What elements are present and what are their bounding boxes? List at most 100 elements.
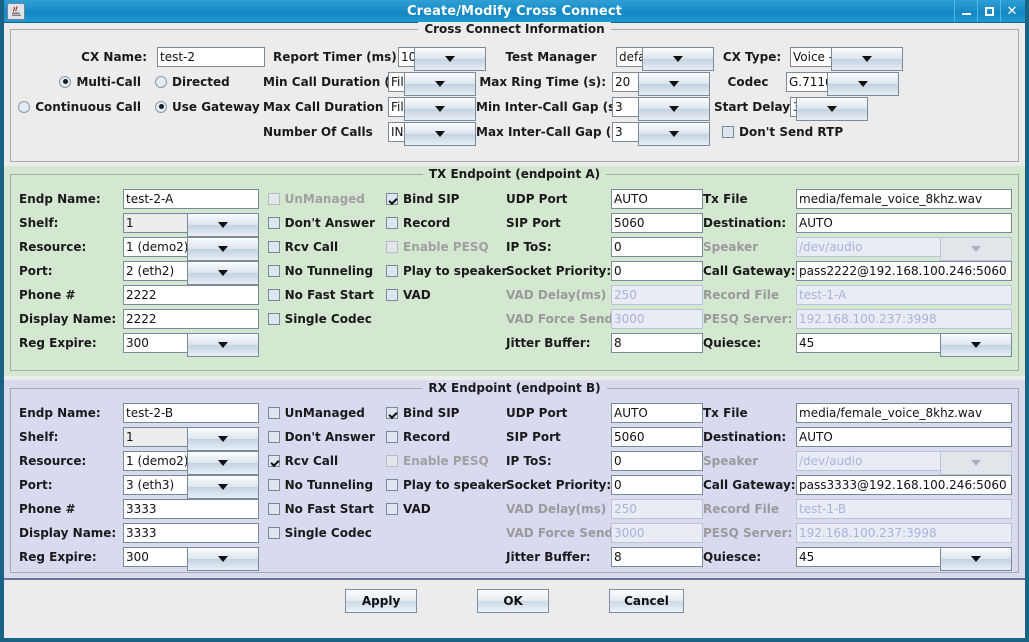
rx-no-fast-start-checkbox[interactable]: No Fast Start <box>267 500 374 518</box>
tx-resource-combo[interactable]: 1 (demo2) <box>123 237 259 261</box>
rx-no-tunneling-checkbox[interactable]: No Tunneling <box>267 476 373 494</box>
rx-call-gateway-input[interactable]: pass3333@192.168.100.246:5060 <box>796 475 1012 495</box>
rx-phone-input[interactable]: 3333 <box>123 499 259 519</box>
ok-button[interactable]: OK <box>477 589 550 613</box>
max-ring-time-combo[interactable]: 20 <box>612 71 710 96</box>
rx-enable-pesq-checkbox[interactable]: Enable PESQ <box>386 452 489 470</box>
rx-socket-priority-input[interactable]: 0 <box>611 475 703 495</box>
tx-udp-port-input[interactable]: AUTO <box>611 189 703 209</box>
close-button[interactable]: ✕ <box>1000 0 1023 22</box>
tx-phone-input[interactable]: 2222 <box>123 285 259 305</box>
tx-endp-name-input[interactable]: test-2-A <box>123 189 259 209</box>
chevron-down-icon[interactable] <box>187 261 259 285</box>
tx-port-combo[interactable]: 2 (eth2) <box>123 261 259 285</box>
rx-single-codec-checkbox[interactable]: Single Codec <box>267 524 372 542</box>
tx-play-to-speaker-checkbox[interactable]: Play to speaker <box>386 262 507 280</box>
chevron-down-icon[interactable] <box>404 71 476 96</box>
tx-ip-tos-input[interactable]: 0 <box>611 237 703 257</box>
chevron-down-icon[interactable] <box>642 46 714 71</box>
max-inter-call-gap-combo[interactable]: 3 <box>612 121 710 146</box>
rx-dont-answer-checkbox[interactable]: Don't Answer <box>267 428 375 446</box>
rx-display-name-input[interactable]: 3333 <box>123 523 259 543</box>
cx-name-input[interactable]: test-2 <box>157 46 265 67</box>
start-delay-combo[interactable]: 3 <box>790 96 868 121</box>
tx-call-gateway-input[interactable]: pass2222@192.168.100.246:5060 <box>796 261 1012 281</box>
radio-continuous-call[interactable]: Continuous Call <box>18 98 141 116</box>
chevron-down-icon[interactable] <box>187 213 259 237</box>
tx-no-fast-start-checkbox[interactable]: No Fast Start <box>267 286 374 304</box>
cancel-button[interactable]: Cancel <box>609 589 684 613</box>
min-inter-call-gap-label: Min Inter-Call Gap (s): <box>476 99 626 114</box>
codec-combo[interactable]: G.711u <box>786 71 899 96</box>
min-inter-call-gap-combo[interactable]: 3 <box>612 96 710 121</box>
rx-sip-port-input[interactable]: 5060 <box>611 427 703 447</box>
apply-button[interactable]: Apply <box>345 589 418 613</box>
chevron-down-icon[interactable] <box>187 237 259 261</box>
tx-vad-checkbox[interactable]: VAD <box>386 286 431 304</box>
chevron-down-icon[interactable] <box>187 475 259 499</box>
rx-udp-port-input[interactable]: AUTO <box>611 403 703 423</box>
rx-rcv-call-checkbox[interactable]: Rcv Call <box>267 452 338 470</box>
radio-use-gateway[interactable]: Use Gateway <box>155 98 260 116</box>
rx-unmanaged-checkbox[interactable]: UnManaged <box>267 404 365 422</box>
tx-bind-sip-checkbox[interactable]: Bind SIP <box>386 190 459 208</box>
dont-send-rtp-checkbox[interactable]: Don't Send RTP <box>722 123 843 141</box>
tx-shelf-combo[interactable]: 1 <box>123 213 259 237</box>
tx-record-checkbox[interactable]: Record <box>386 214 450 232</box>
chevron-down-icon[interactable] <box>940 547 1012 571</box>
max-call-duration-combo[interactable]: File <box>388 96 476 121</box>
tx-file-input[interactable]: media/female_voice_8khz.wav <box>796 189 1012 209</box>
tx-quiesce-combo[interactable]: 45 <box>796 333 1012 357</box>
chevron-down-icon[interactable] <box>638 71 710 96</box>
radio-directed[interactable]: Directed <box>155 73 230 91</box>
rx-tx-file-input[interactable]: media/female_voice_8khz.wav <box>796 403 1012 423</box>
rx-quiesce-combo[interactable]: 45 <box>796 547 1012 571</box>
rx-jitter-buffer-input[interactable]: 8 <box>611 547 703 567</box>
rx-endp-name-input[interactable]: test-2-B <box>123 403 259 423</box>
tx-sip-port-input[interactable]: 5060 <box>611 213 703 233</box>
tx-dont-answer-checkbox[interactable]: Don't Answer <box>267 214 375 232</box>
cx-type-combo[interactable]: Voice - SIP <box>790 46 903 71</box>
rx-shelf-combo[interactable]: 1 <box>123 427 259 451</box>
rx-record-checkbox[interactable]: Record <box>386 428 450 446</box>
tx-jitter-buffer-input[interactable]: 8 <box>611 333 703 353</box>
rx-destination-input[interactable]: AUTO <box>796 427 1012 447</box>
chevron-down-icon[interactable] <box>187 427 259 451</box>
report-timer-combo[interactable]: 1000 <box>398 46 486 71</box>
chevron-down-icon[interactable] <box>404 96 476 121</box>
tx-rcv-call-checkbox[interactable]: Rcv Call <box>267 238 338 256</box>
chevron-down-icon[interactable] <box>796 96 868 121</box>
min-call-duration-combo[interactable]: File <box>388 71 476 96</box>
minimize-button[interactable] <box>954 0 977 22</box>
chevron-down-icon[interactable] <box>187 547 259 571</box>
radio-multi-call[interactable]: Multi-Call <box>59 73 141 91</box>
test-manager-combo[interactable]: default_tm <box>616 46 714 71</box>
tx-destination-input[interactable]: AUTO <box>796 213 1012 233</box>
chevron-down-icon[interactable] <box>638 96 710 121</box>
tx-enable-pesq-checkbox[interactable]: Enable PESQ <box>386 238 489 256</box>
tx-no-tunneling-checkbox[interactable]: No Tunneling <box>267 262 373 280</box>
rx-bind-sip-checkbox[interactable]: Bind SIP <box>386 404 459 422</box>
number-of-calls-combo[interactable]: INFINITE <box>388 121 476 146</box>
tx-display-name-input[interactable]: 2222 <box>123 309 259 329</box>
maximize-button[interactable] <box>977 0 1000 22</box>
chevron-down-icon[interactable] <box>414 46 486 71</box>
tx-reg-expire-combo[interactable]: 300 <box>123 333 259 357</box>
tx-socket-priority-input[interactable]: 0 <box>611 261 703 281</box>
chevron-down-icon[interactable] <box>187 451 259 475</box>
tx-socket-priority-label: Socket Priority: <box>506 264 612 278</box>
rx-resource-combo[interactable]: 1 (demo2) <box>123 451 259 475</box>
rx-play-to-speaker-checkbox[interactable]: Play to speaker <box>386 476 507 494</box>
chevron-down-icon[interactable] <box>831 46 903 71</box>
rx-port-combo[interactable]: 3 (eth3) <box>123 475 259 499</box>
chevron-down-icon[interactable] <box>827 71 899 96</box>
rx-ip-tos-input[interactable]: 0 <box>611 451 703 471</box>
chevron-down-icon[interactable] <box>940 333 1012 357</box>
tx-unmanaged-checkbox[interactable]: UnManaged <box>267 190 365 208</box>
chevron-down-icon[interactable] <box>638 121 710 146</box>
rx-reg-expire-combo[interactable]: 300 <box>123 547 259 571</box>
tx-single-codec-checkbox[interactable]: Single Codec <box>267 310 372 328</box>
rx-vad-checkbox[interactable]: VAD <box>386 500 431 518</box>
chevron-down-icon[interactable] <box>187 333 259 357</box>
chevron-down-icon[interactable] <box>404 121 476 146</box>
